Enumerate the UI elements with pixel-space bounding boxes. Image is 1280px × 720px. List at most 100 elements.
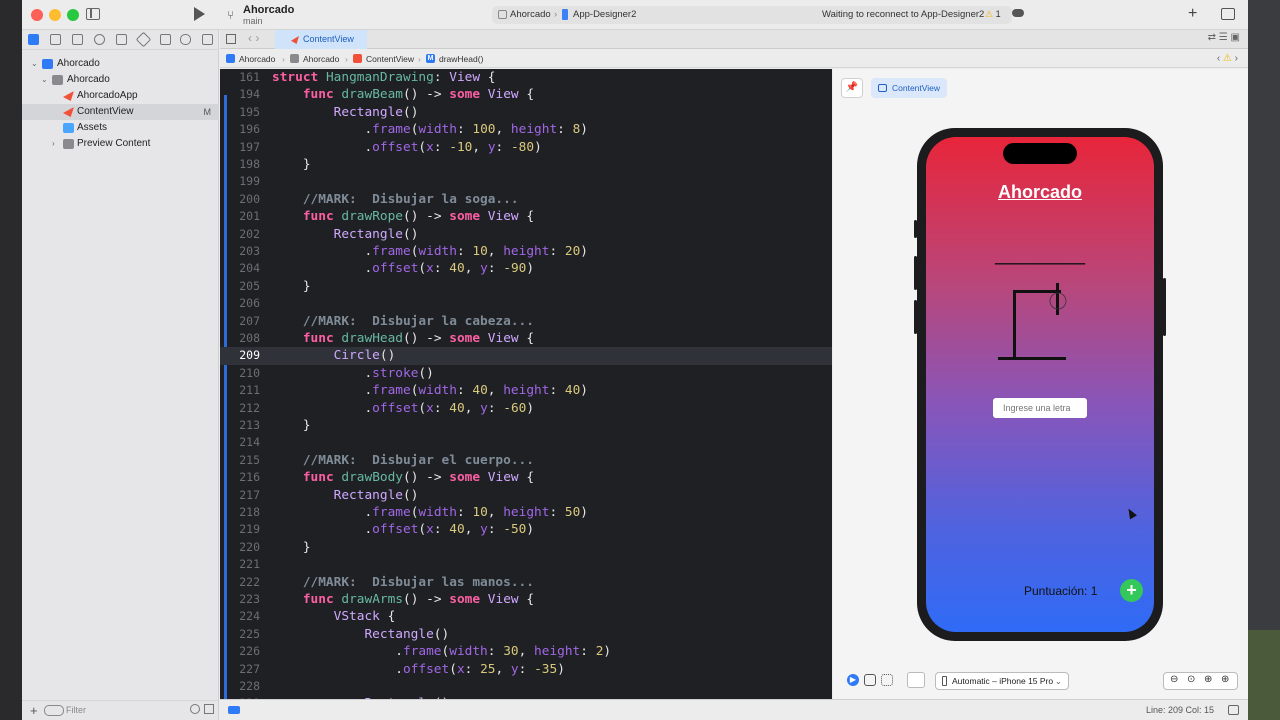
- line-number[interactable]: 218: [220, 504, 260, 521]
- minimize-window-button[interactable]: [49, 9, 61, 21]
- code-text[interactable]: //MARK: Disbujar la soga...: [272, 191, 519, 208]
- code-line[interactable]: 196 .frame(width: 100, height: 8): [220, 121, 832, 138]
- line-number[interactable]: 208: [220, 330, 260, 347]
- code-line[interactable]: 228: [220, 678, 832, 695]
- line-number[interactable]: 226: [220, 643, 260, 660]
- code-line[interactable]: 217 Rectangle(): [220, 487, 832, 504]
- code-line[interactable]: 212 .offset(x: 40, y: -60): [220, 400, 832, 417]
- code-line[interactable]: 199: [220, 173, 832, 190]
- pin-preview-icon[interactable]: 📌: [841, 78, 863, 98]
- code-line[interactable]: 219 .offset(x: 40, y: -50): [220, 521, 832, 538]
- code-editor[interactable]: 161 struct HangmanDrawing: View {194 func…: [220, 69, 832, 699]
- filter-options-icon[interactable]: [44, 705, 64, 716]
- code-line[interactable]: 203 .frame(width: 10, height: 20): [220, 243, 832, 260]
- device-selector[interactable]: Automatic – iPhone 15 Pro ⌄: [935, 672, 1069, 690]
- bookmark-icon[interactable]: [72, 34, 83, 45]
- code-text[interactable]: //MARK: Disbujar las manos...: [272, 574, 534, 591]
- scheme-activity-bar[interactable]: Ahorcado › App-Designer2 Waiting to reco…: [492, 6, 1012, 24]
- live-preview-icon[interactable]: ▶: [847, 674, 859, 686]
- add-button[interactable]: +: [1120, 579, 1143, 602]
- zoom-fit-icon[interactable]: ⊙: [1187, 674, 1195, 685]
- code-line[interactable]: 226 .frame(width: 30, height: 2): [220, 643, 832, 660]
- letter-input[interactable]: [993, 398, 1087, 418]
- code-line[interactable]: 210 .stroke(): [220, 365, 832, 382]
- code-text[interactable]: Rectangle(): [272, 487, 419, 504]
- issue-icon[interactable]: [116, 34, 127, 45]
- sidebar-toggle-icon[interactable]: [86, 8, 100, 20]
- line-number[interactable]: 223: [220, 591, 260, 608]
- line-number[interactable]: 161: [220, 69, 260, 86]
- line-number[interactable]: 222: [220, 574, 260, 591]
- filter-input[interactable]: Filter: [66, 705, 86, 715]
- code-line[interactable]: 208 func drawHead() -> some View {: [220, 330, 832, 347]
- code-text[interactable]: }: [272, 156, 311, 173]
- code-text[interactable]: }: [272, 539, 311, 556]
- code-line[interactable]: 227 .offset(x: 25, y: -35): [220, 661, 832, 678]
- scheme-device[interactable]: App-Designer2: [573, 9, 636, 20]
- code-line[interactable]: 200 //MARK: Disbujar la soga...: [220, 191, 832, 208]
- code-text[interactable]: .stroke(): [272, 365, 433, 382]
- code-line[interactable]: 222 //MARK: Disbujar las manos...: [220, 574, 832, 591]
- line-number[interactable]: 198: [220, 156, 260, 173]
- code-text[interactable]: .offset(x: 40, y: -90): [272, 260, 534, 277]
- line-number[interactable]: 200: [220, 191, 260, 208]
- disclosure-closed-icon[interactable]: ›: [52, 136, 55, 152]
- line-number[interactable]: 227: [220, 661, 260, 678]
- code-line[interactable]: 215 //MARK: Disbujar el cuerpo...: [220, 452, 832, 469]
- tab-contentview[interactable]: ContentView: [275, 30, 367, 49]
- panel-toggle-icon[interactable]: [1228, 705, 1239, 715]
- code-text[interactable]: Rectangle(): [272, 226, 419, 243]
- line-number[interactable]: 195: [220, 104, 260, 121]
- line-number[interactable]: 194: [220, 86, 260, 103]
- code-line[interactable]: 194 func drawBeam() -> some View {: [220, 86, 832, 103]
- line-number[interactable]: 219: [220, 521, 260, 538]
- tree-item-assets[interactable]: Assets: [22, 120, 219, 136]
- code-line[interactable]: 225 Rectangle(): [220, 626, 832, 643]
- code-text[interactable]: .offset(x: 25, y: -35): [272, 661, 565, 678]
- code-text[interactable]: struct HangmanDrawing: View {: [272, 69, 496, 86]
- code-text[interactable]: .frame(width: 100, height: 8): [272, 121, 588, 138]
- source-control-icon[interactable]: [50, 34, 61, 45]
- cloud-icon[interactable]: [1012, 9, 1024, 17]
- add-library-button[interactable]: +: [1188, 5, 1197, 23]
- issue-navigation-icon[interactable]: ‹ ⚠ ›: [1217, 53, 1238, 64]
- close-window-button[interactable]: [31, 9, 43, 21]
- code-line[interactable]: 214: [220, 434, 832, 451]
- warning-badge[interactable]: ⚠ 1: [985, 9, 1001, 20]
- tree-item-group[interactable]: ⌄ Ahorcado: [22, 72, 219, 88]
- debug-area-toggle-icon[interactable]: [228, 706, 240, 714]
- code-line[interactable]: 207 //MARK: Disbujar la cabeza...: [220, 313, 832, 330]
- line-number[interactable]: 197: [220, 139, 260, 156]
- code-line[interactable]: 195 Rectangle(): [220, 104, 832, 121]
- code-line[interactable]: 221: [220, 556, 832, 573]
- find-icon[interactable]: [94, 34, 105, 45]
- breadcrumb-project[interactable]: Ahorcado: [239, 54, 275, 64]
- folder-navigator-icon[interactable]: [28, 34, 39, 45]
- code-text[interactable]: .frame(width: 10, height: 50): [272, 504, 588, 521]
- line-number[interactable]: 215: [220, 452, 260, 469]
- code-line[interactable]: 197 .offset(x: -10, y: -80): [220, 139, 832, 156]
- line-number[interactable]: 206: [220, 295, 260, 312]
- related-items-icon[interactable]: [226, 34, 236, 44]
- breakpoint-icon[interactable]: [180, 34, 191, 45]
- variants-grid-icon[interactable]: [881, 674, 893, 686]
- run-button[interactable]: [194, 7, 205, 21]
- code-line[interactable]: 202 Rectangle(): [220, 226, 832, 243]
- code-line[interactable]: 198 }: [220, 156, 832, 173]
- inspector-toggle-icon[interactable]: [1221, 8, 1235, 20]
- code-text[interactable]: VStack {: [272, 608, 396, 625]
- line-number[interactable]: 216: [220, 469, 260, 486]
- code-text[interactable]: Rectangle(): [272, 104, 419, 121]
- line-number[interactable]: 217: [220, 487, 260, 504]
- zoom-out-icon[interactable]: ⊖: [1170, 674, 1178, 685]
- code-text[interactable]: .offset(x: 40, y: -60): [272, 400, 534, 417]
- code-line[interactable]: 213 }: [220, 417, 832, 434]
- line-number[interactable]: 199: [220, 173, 260, 190]
- line-number[interactable]: 202: [220, 226, 260, 243]
- selectable-mode-icon[interactable]: [864, 674, 876, 686]
- line-number[interactable]: 204: [220, 260, 260, 277]
- debug-icon[interactable]: [160, 34, 171, 45]
- line-number[interactable]: 224: [220, 608, 260, 625]
- preview-chip[interactable]: ContentView: [871, 78, 947, 98]
- code-text[interactable]: Rectangle(): [272, 626, 449, 643]
